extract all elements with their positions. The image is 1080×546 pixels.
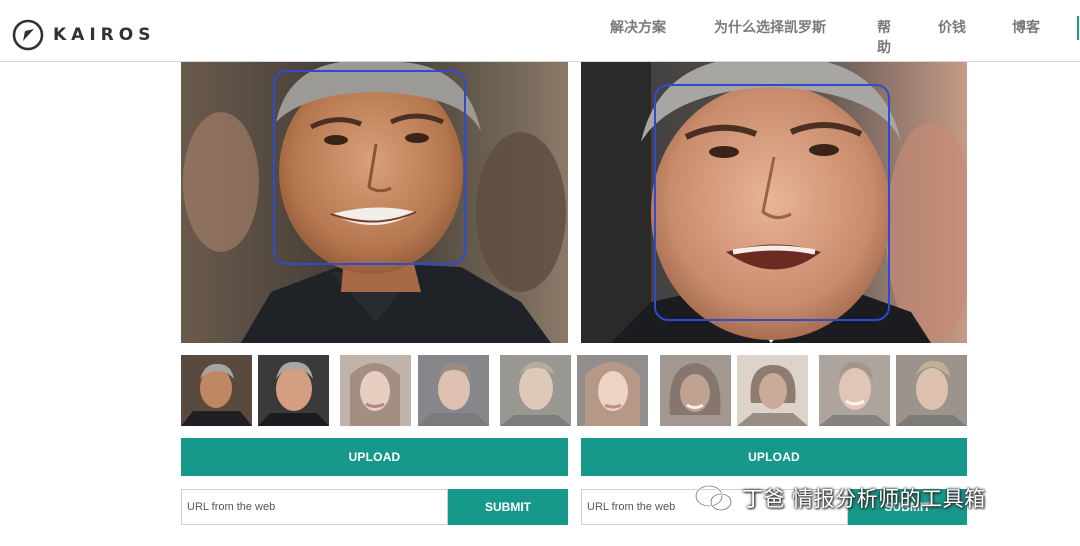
thumbnail-face-10[interactable] bbox=[896, 355, 967, 426]
nav-item-blog[interactable]: 博客 bbox=[1012, 18, 1040, 38]
right-face-photo bbox=[581, 62, 967, 343]
watermark-text: 丁爸 情报分析师的工具箱 bbox=[742, 487, 986, 511]
thumbnail-face-2[interactable] bbox=[258, 355, 329, 426]
right-upload-button[interactable]: UPLOAD bbox=[581, 438, 967, 476]
face-detection-box bbox=[273, 70, 466, 265]
thumbnail-face-7[interactable] bbox=[660, 355, 731, 426]
main-nav: 解决方案 为什么选择凯罗斯 帮助 价钱 博客 bbox=[0, 18, 1080, 62]
left-upload-button[interactable]: UPLOAD bbox=[181, 438, 568, 476]
left-submit-button[interactable]: SUBMIT bbox=[448, 489, 568, 525]
nav-item-pricing[interactable]: 价钱 bbox=[938, 18, 966, 38]
wechat-icon bbox=[694, 484, 733, 512]
thumbnail-face-1[interactable] bbox=[181, 355, 252, 426]
thumbnail-face-4[interactable] bbox=[418, 355, 489, 426]
thumbnail-face-5[interactable] bbox=[500, 355, 571, 426]
thumbnail-face-3[interactable] bbox=[340, 355, 411, 426]
left-url-input[interactable] bbox=[181, 489, 448, 525]
site-header: KAIROS 解决方案 为什么选择凯罗斯 帮助 价钱 博客 bbox=[0, 0, 1080, 62]
thumbnail-face-9[interactable] bbox=[819, 355, 890, 426]
nav-item-help[interactable]: 帮助 bbox=[877, 18, 893, 58]
nav-item-solutions[interactable]: 解决方案 bbox=[610, 18, 666, 38]
thumbnail-face-6[interactable] bbox=[577, 355, 648, 426]
left-face-photo bbox=[181, 62, 568, 343]
nav-cta-edge[interactable] bbox=[1077, 16, 1079, 40]
thumbnail-face-8[interactable] bbox=[737, 355, 808, 426]
wechat-watermark: 丁爸 情报分析师的工具箱 bbox=[694, 480, 986, 516]
kairos-face-compare-page: KAIROS 解决方案 为什么选择凯罗斯 帮助 价钱 博客 UPLOAD UPL… bbox=[0, 0, 1080, 546]
face-detection-box bbox=[654, 84, 890, 321]
nav-item-why-kairos[interactable]: 为什么选择凯罗斯 bbox=[714, 18, 826, 38]
